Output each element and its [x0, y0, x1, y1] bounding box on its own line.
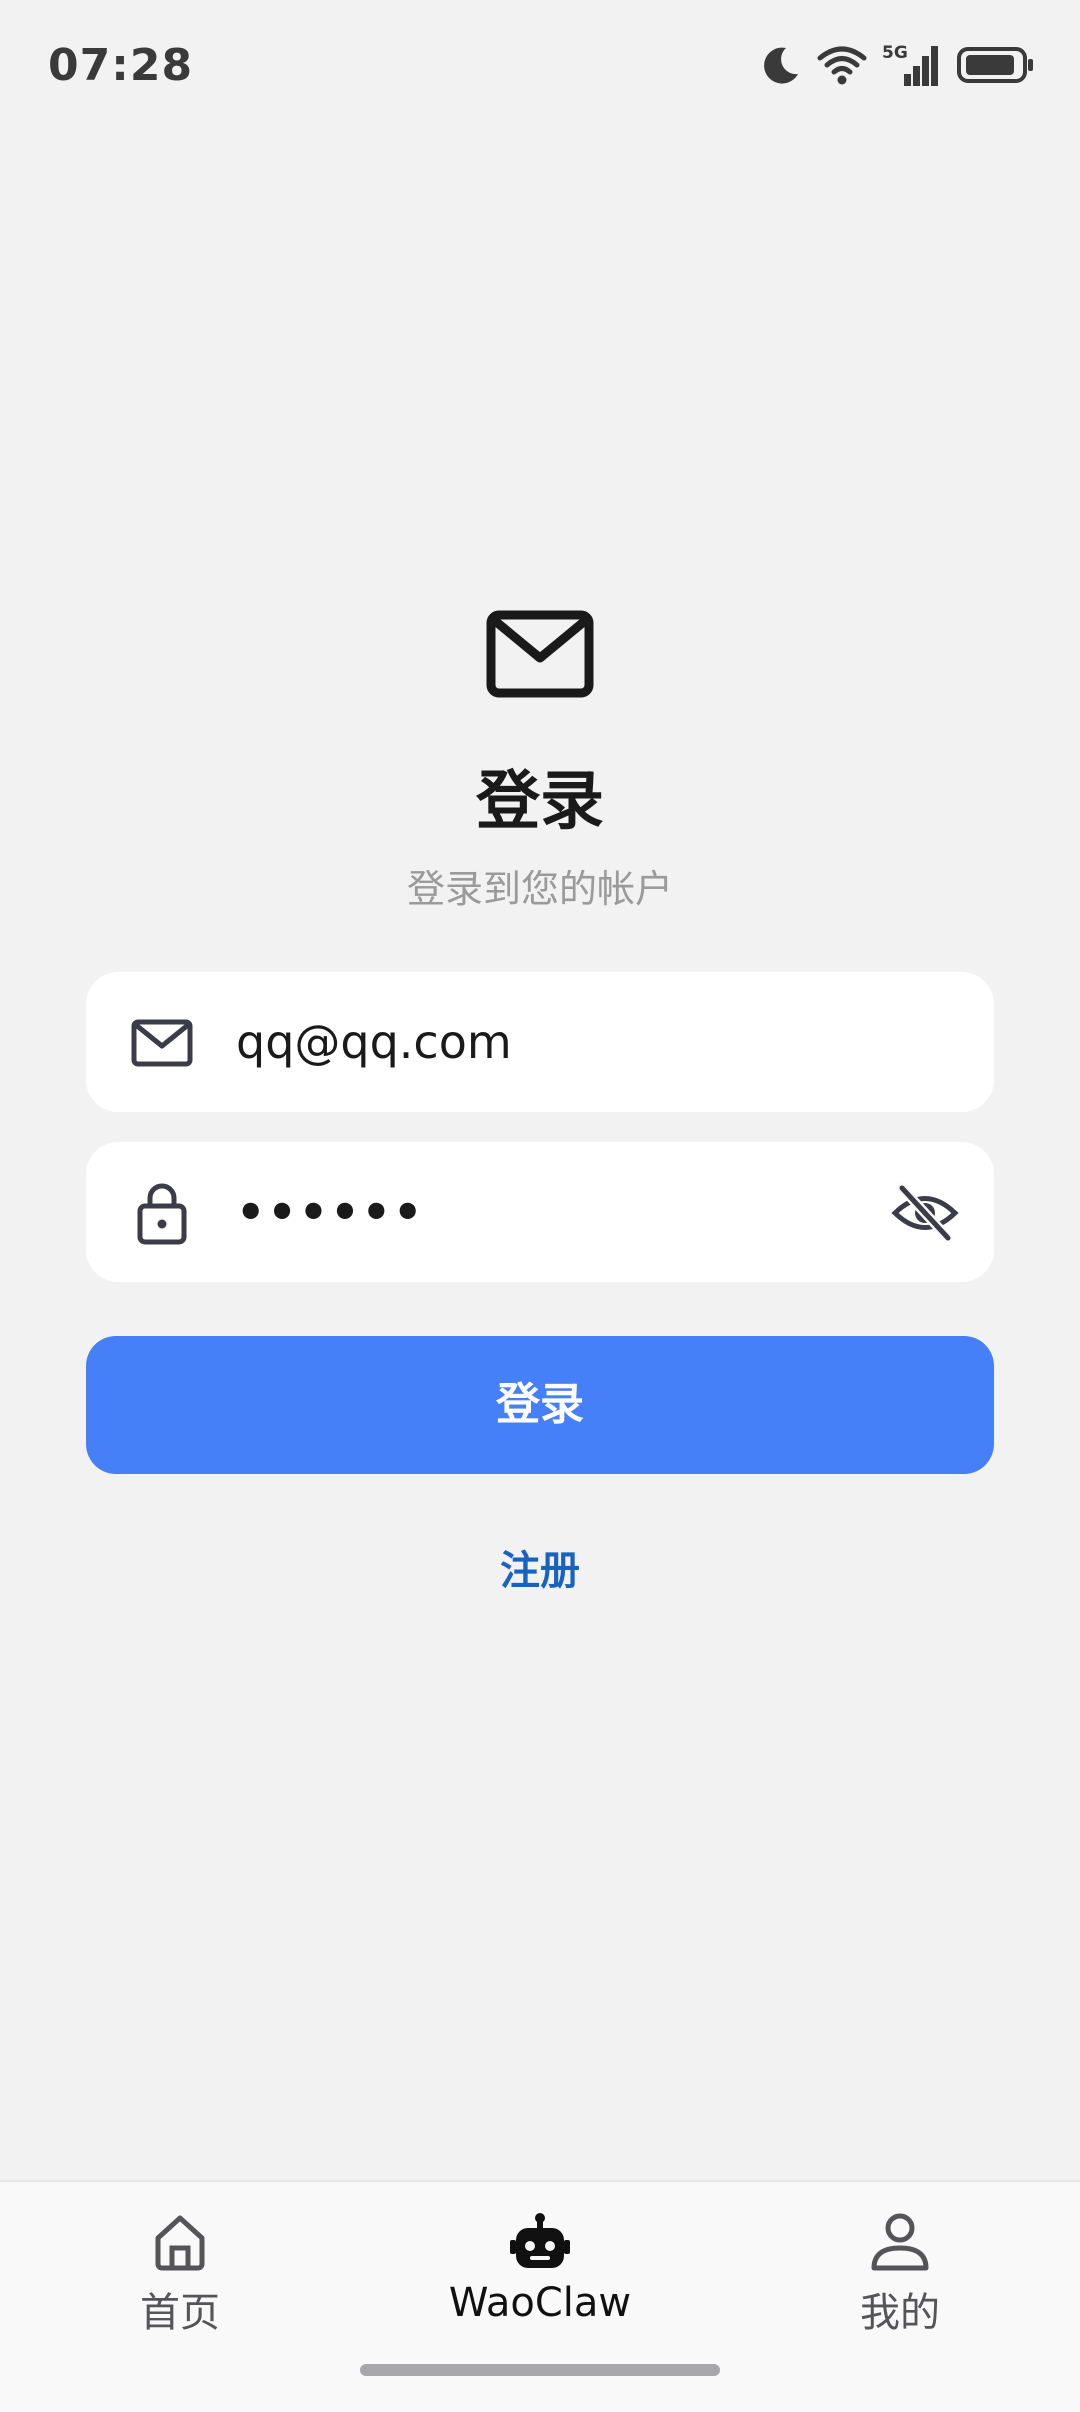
login-button[interactable]: 登录	[86, 1336, 994, 1474]
nav-item-mine[interactable]: 我的	[770, 2210, 1030, 2338]
eye-off-icon[interactable]	[890, 1178, 960, 1248]
email-field[interactable]: qq@qq.com	[86, 972, 994, 1112]
network-type-label: 5G	[882, 43, 908, 63]
nav-item-home[interactable]: 首页	[50, 2210, 310, 2338]
moon-icon	[760, 44, 802, 86]
register-link[interactable]: 注册	[0, 1538, 1080, 1596]
email-value[interactable]: qq@qq.com	[236, 972, 916, 1112]
login-screen: 07:28 5G 登录 登录到您的帐户 qq@qq.com •••••• 登录 …	[0, 0, 1080, 2412]
5g-signal-icon: 5G	[882, 42, 942, 88]
robot-icon	[508, 2210, 572, 2274]
mail-icon	[486, 610, 594, 698]
home-indicator[interactable]	[360, 2364, 720, 2376]
lock-icon	[126, 1176, 198, 1248]
page-title: 登录	[476, 765, 604, 839]
nav-label-home: 首页	[140, 2290, 220, 2336]
password-field[interactable]: ••••••	[86, 1142, 994, 1282]
bottom-nav: 首页 WaoClaw 我的	[0, 2180, 1080, 2412]
status-bar: 07:28 5G	[0, 0, 1080, 130]
nav-label-mine: 我的	[860, 2290, 940, 2336]
wifi-icon	[816, 44, 868, 86]
nav-label-waoclaw: WaoClaw	[448, 2280, 632, 2326]
password-value[interactable]: ••••••	[236, 1142, 424, 1282]
mail-outline-icon	[126, 1006, 198, 1078]
status-icons: 5G	[760, 42, 1036, 88]
home-icon	[148, 2210, 212, 2274]
battery-icon	[956, 45, 1036, 85]
nav-item-waoclaw[interactable]: WaoClaw	[410, 2210, 670, 2326]
person-icon	[868, 2210, 932, 2274]
page-subtitle: 登录到您的帐户	[406, 867, 673, 911]
status-time: 07:28	[48, 40, 194, 91]
